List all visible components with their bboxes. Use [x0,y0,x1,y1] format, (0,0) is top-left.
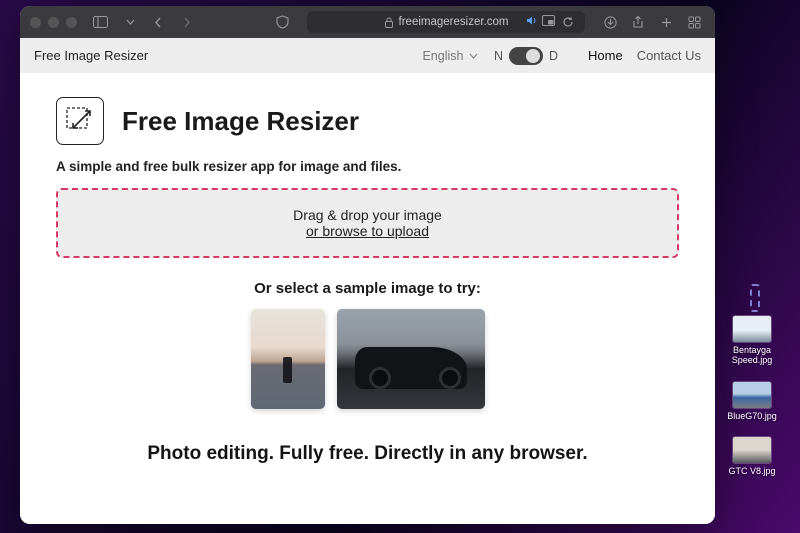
window-controls [30,17,77,28]
sample-row [56,309,679,409]
nav-back-icon[interactable] [147,11,169,33]
file-thumbnail-icon [733,316,771,342]
dropzone-browse-link[interactable]: or browse to upload [306,223,429,239]
language-label: English [422,49,463,63]
page-subtitle: A simple and free bulk resizer app for i… [56,159,679,174]
dropzone[interactable]: Drag & drop your image or browse to uplo… [56,188,679,258]
browser-window: freeimageresizer.com [20,6,715,524]
file-thumbnail-icon [733,437,771,463]
tagline: Photo editing. Fully free. Directly in a… [56,443,679,465]
file-thumbnail-icon [733,382,771,408]
file-name: Bentayga Speed.jpg [719,345,785,366]
close-button[interactable] [30,17,41,28]
site-brand[interactable]: Free Image Resizer [34,48,148,63]
file-name: GTC V8.jpg [728,466,775,476]
lock-icon [384,17,394,28]
desktop-file[interactable]: GTC V8.jpg [719,437,785,476]
reload-icon[interactable] [557,11,579,33]
download-icon[interactable] [599,11,621,33]
language-selector[interactable]: English [422,49,477,63]
site-navbar: Free Image Resizer English N D Home Cont… [20,38,715,73]
url-host: freeimageresizer.com [399,16,509,28]
chevron-down-icon[interactable] [119,11,141,33]
nav-forward-icon[interactable] [175,11,197,33]
theme-n-label: N [494,49,503,63]
page-content: Free Image Resizer English N D Home Cont… [20,38,715,524]
titlebar: freeimageresizer.com [20,6,715,38]
drag-indicator [750,284,760,312]
sample-image-2[interactable] [337,309,485,409]
resize-icon [56,97,104,145]
nav-contact[interactable]: Contact Us [637,48,701,63]
maximize-button[interactable] [66,17,77,28]
url-bar[interactable]: freeimageresizer.com [307,11,585,33]
hero: Free Image Resizer [56,97,679,145]
sound-playing-icon[interactable] [526,15,538,29]
tab-indicators [526,15,555,29]
shield-icon[interactable] [271,11,293,33]
page-title: Free Image Resizer [122,106,359,137]
new-tab-icon[interactable] [655,11,677,33]
file-name: BlueG70.jpg [727,411,777,421]
theme-toggle[interactable]: N D [494,47,558,65]
minimize-button[interactable] [48,17,59,28]
share-icon[interactable] [627,11,649,33]
dropzone-line1: Drag & drop your image [293,207,442,223]
sidebar-toggle-icon[interactable] [89,11,111,33]
desktop-files: Bentayga Speed.jpg BlueG70.jpg GTC V8.jp… [719,316,785,476]
samples-label: Or select a sample image to try: [56,280,679,297]
theme-d-label: D [549,49,558,63]
tabs-overview-icon[interactable] [683,11,705,33]
desktop-file[interactable]: BlueG70.jpg [719,382,785,421]
picture-in-picture-icon[interactable] [542,15,555,29]
desktop-file[interactable]: Bentayga Speed.jpg [719,316,785,366]
toggle-switch[interactable] [509,47,543,65]
nav-home[interactable]: Home [588,48,623,63]
sample-image-1[interactable] [251,309,325,409]
